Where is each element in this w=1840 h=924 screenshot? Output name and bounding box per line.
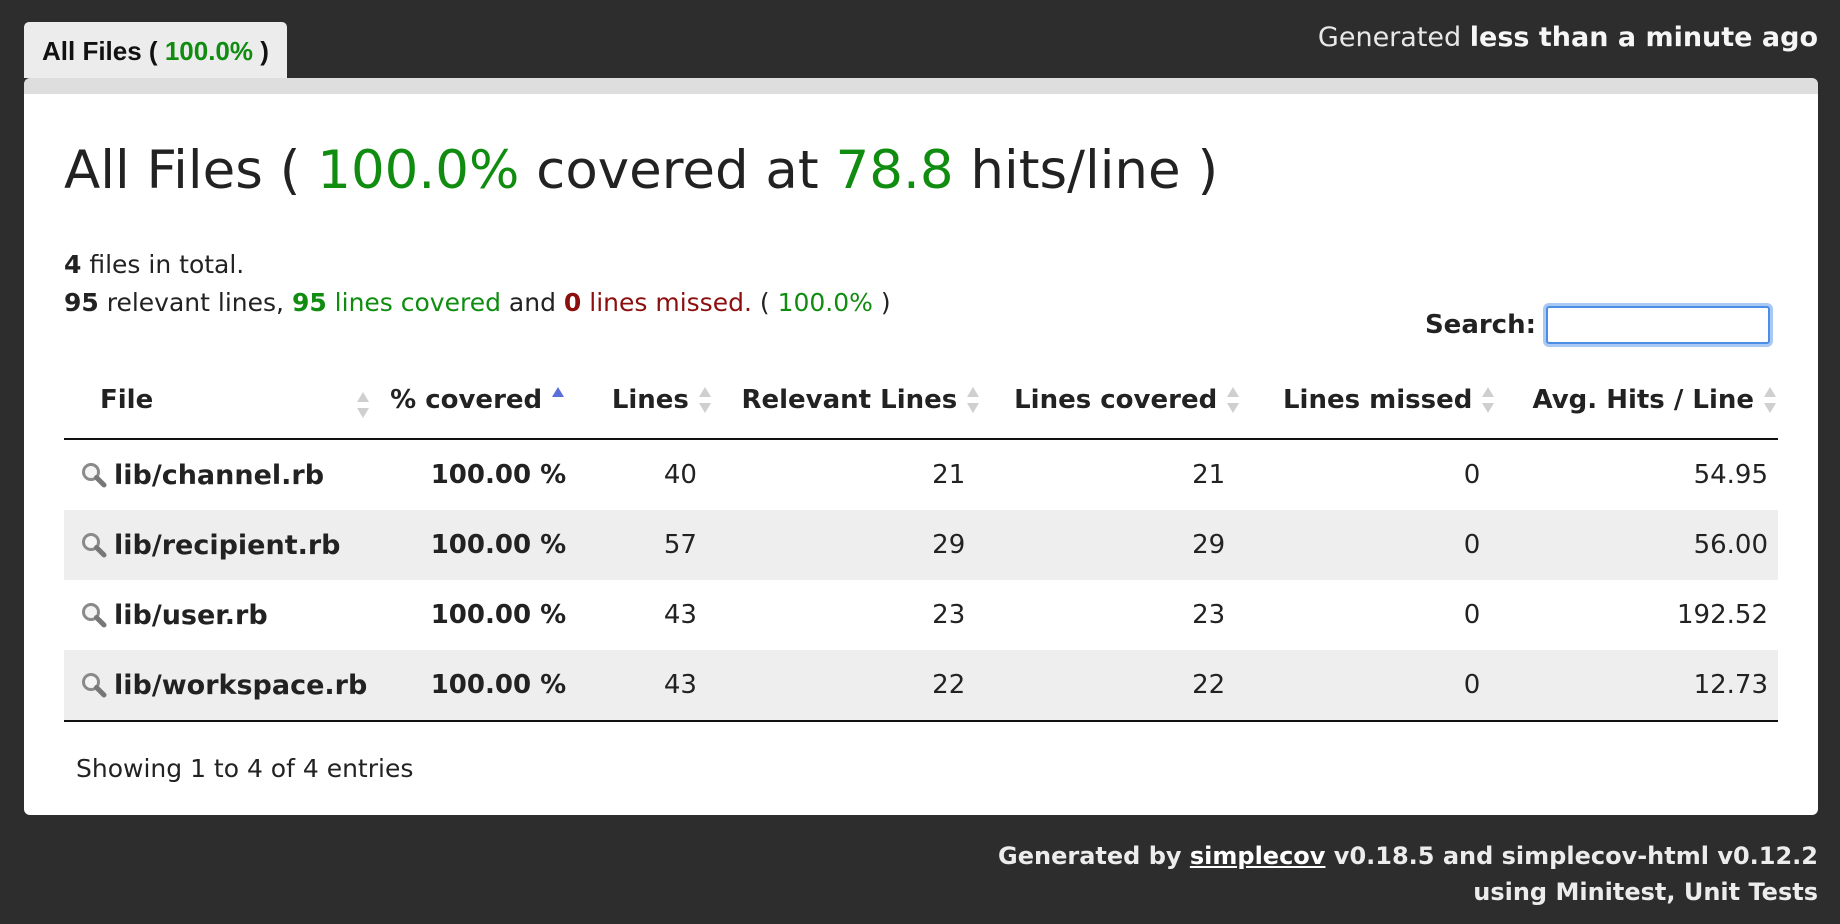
sort-ascending-icon (550, 385, 566, 415)
magnifier-icon (82, 673, 107, 698)
file-link[interactable]: lib/user.rb (114, 600, 268, 631)
footer: Generated by simplecov v0.18.5 and simpl… (998, 838, 1818, 910)
tab-label-suffix: ) (253, 36, 269, 66)
timestamp-prefix: Generated (1317, 22, 1470, 53)
table-row: lib/user.rb 100.00 % 43 23 23 0 192.52 (64, 580, 1778, 650)
covered-percent-cell: 100.00 % (377, 510, 577, 580)
files-count: 4 (64, 250, 82, 279)
lines-summary-line: 95 relevant lines, 95 lines covered and … (64, 284, 891, 322)
column-header-avg-hits[interactable]: Avg. Hits / Line (1506, 362, 1778, 440)
sort-both-icon (355, 390, 371, 420)
sort-both-icon (1762, 385, 1778, 415)
lines-missed-cell: 0 (1251, 510, 1507, 580)
relevant-lines-cell: 29 (722, 510, 992, 580)
lines-cell: 57 (576, 510, 723, 580)
missed-text: lines missed. (581, 288, 752, 317)
title-percent: 100.0% (317, 140, 520, 201)
search-label: Search: (1424, 310, 1536, 340)
and-text: and (500, 288, 564, 317)
search-input[interactable] (1546, 306, 1770, 344)
footer-line-1: Generated by simplecov v0.18.5 and simpl… (998, 838, 1818, 874)
file-cell[interactable]: lib/user.rb (64, 580, 377, 650)
covered-text: lines covered (326, 288, 501, 317)
table-row: lib/recipient.rb 100.00 % 57 29 29 0 56.… (64, 510, 1778, 580)
file-link[interactable]: lib/channel.rb (114, 460, 324, 491)
lines-cell: 43 (576, 650, 723, 722)
sort-both-icon (697, 385, 713, 415)
lines-covered-cell: 21 (1192, 460, 1226, 490)
page-title: All Files ( 100.0% covered at 78.8 hits/… (64, 140, 1218, 201)
covered-percent-cell: 100.00 % (430, 460, 567, 490)
relevant-lines-cell: 23 (932, 600, 966, 630)
footer-generated-by: Generated by (998, 842, 1190, 870)
magnifier-icon (82, 533, 107, 558)
sort-both-icon (1480, 385, 1496, 415)
covered-count: 95 (291, 288, 327, 317)
file-cell[interactable]: lib/recipient.rb (64, 510, 378, 580)
file-cell[interactable]: lib/workspace.rb (64, 650, 378, 722)
relevant-count: 95 (64, 288, 99, 317)
lines-missed-cell: 0 (1251, 650, 1507, 722)
title-suffix: hits/line ) (953, 140, 1219, 201)
files-text: files in total. (81, 250, 245, 279)
percent-close: ) (872, 288, 891, 317)
main-panel: All Files ( 100.0% covered at 78.8 hits/… (24, 78, 1818, 815)
column-header-relevant-lines[interactable]: Relevant Lines (722, 362, 992, 440)
lines-missed-cell: 0 (1463, 600, 1481, 630)
footer-line-2: using Minitest, Unit Tests (1473, 878, 1818, 906)
avg-hits-cell: 56.00 (1506, 510, 1778, 580)
percent-open: ( (751, 288, 778, 317)
magnifier-icon (82, 603, 107, 628)
avg-hits-cell: 54.95 (1693, 460, 1768, 490)
avg-hits-cell: 192.52 (1677, 600, 1768, 630)
generated-timestamp: Generated less than a minute ago (1318, 22, 1818, 53)
covered-percent-cell: 100.00 % (430, 600, 567, 630)
coverage-summary: 4 files in total. 95 relevant lines, 95 … (64, 246, 891, 322)
lines-missed-cell: 0 (1463, 460, 1481, 490)
title-middle: covered at (519, 140, 836, 201)
magnifier-icon (82, 463, 107, 488)
table-row: lib/channel.rb 100.00 % 40 21 21 0 54.95 (64, 439, 1778, 510)
column-header-file[interactable]: File (64, 362, 378, 440)
sort-both-icon (1225, 385, 1241, 415)
relevant-text: relevant lines, (98, 288, 292, 317)
column-header-lines-missed[interactable]: Lines missed (1251, 362, 1507, 440)
timestamp-value: less than a minute ago (1469, 22, 1818, 53)
table-header-row: File % covered Lines Relevant Lines Line… (64, 362, 1778, 440)
tab-percent: 100.0% (164, 36, 253, 66)
column-header-covered[interactable]: % covered (377, 362, 577, 440)
relevant-lines-cell: 22 (722, 650, 992, 722)
table-entries-info: Showing 1 to 4 of 4 entries (76, 754, 414, 783)
sort-both-icon (965, 385, 981, 415)
column-header-lines[interactable]: Lines (576, 362, 723, 440)
tab-label: All Files ( (42, 36, 165, 66)
simplecov-link[interactable]: simplecov (1190, 842, 1326, 870)
footer-versions: v0.18.5 and simplecov-html v0.12.2 (1325, 842, 1818, 870)
avg-hits-cell: 12.73 (1506, 650, 1778, 722)
lines-covered-cell: 23 (1192, 600, 1226, 630)
table-row: lib/workspace.rb 100.00 % 43 22 22 0 12.… (64, 650, 1778, 722)
lines-covered-cell: 29 (991, 510, 1252, 580)
files-total-line: 4 files in total. (64, 246, 891, 284)
relevant-lines-cell: 21 (932, 460, 966, 490)
title-hits: 78.8 (835, 140, 954, 201)
title-prefix: All Files ( (64, 140, 318, 201)
file-link[interactable]: lib/workspace.rb (114, 670, 367, 701)
file-link[interactable]: lib/recipient.rb (114, 530, 341, 561)
lines-covered-cell: 22 (991, 650, 1252, 722)
file-cell[interactable]: lib/channel.rb (64, 439, 377, 510)
covered-percent-cell: 100.00 % (377, 650, 577, 722)
tab-all-files[interactable]: All Files ( 100.0% ) (24, 22, 287, 78)
missed-count: 0 (563, 288, 582, 317)
files-table: File % covered Lines Relevant Lines Line… (64, 362, 1778, 722)
lines-cell: 43 (663, 600, 697, 630)
lines-cell: 40 (663, 460, 697, 490)
summary-percent: 100.0% (777, 288, 873, 317)
column-header-lines-covered[interactable]: Lines covered (991, 362, 1252, 440)
search-box: Search: (1425, 306, 1770, 344)
